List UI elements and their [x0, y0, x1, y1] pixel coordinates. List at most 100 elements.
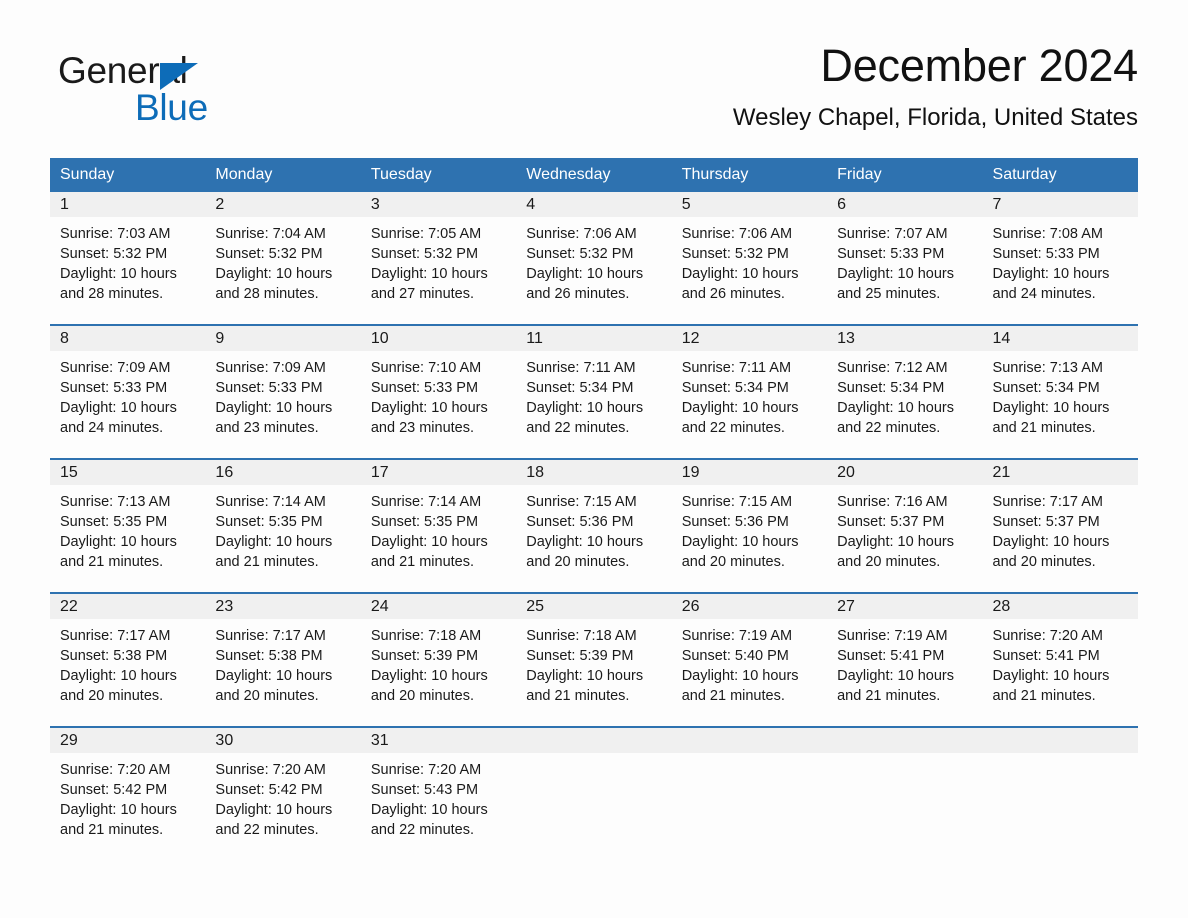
day-sun-info: Sunrise: 7:17 AM Sunset: 5:38 PM Dayligh…: [215, 628, 333, 704]
day-number: 7: [982, 192, 1138, 217]
day-cell: Sunrise: 7:09 AM Sunset: 5:33 PM Dayligh…: [205, 351, 361, 459]
day-cell: Sunrise: 7:20 AM Sunset: 5:41 PM Dayligh…: [982, 619, 1138, 727]
day-cell: Sunrise: 7:20 AM Sunset: 5:42 PM Dayligh…: [50, 753, 206, 861]
day-sun-info: Sunrise: 7:08 AM Sunset: 5:33 PM Dayligh…: [992, 226, 1110, 302]
day-sun-info: Sunrise: 7:04 AM Sunset: 5:32 PM Dayligh…: [215, 226, 333, 302]
day-sun-info: Sunrise: 7:20 AM Sunset: 5:43 PM Dayligh…: [370, 762, 488, 838]
day-sun-info: Sunrise: 7:18 AM Sunset: 5:39 PM Dayligh…: [526, 628, 644, 704]
page-title: December 2024: [820, 40, 1138, 91]
day-sun-info: Sunrise: 7:11 AM Sunset: 5:34 PM Dayligh…: [681, 360, 799, 436]
day-cell: Sunrise: 7:13 AM Sunset: 5:35 PM Dayligh…: [50, 485, 206, 593]
day-sun-info: Sunrise: 7:16 AM Sunset: 5:37 PM Dayligh…: [837, 494, 954, 570]
day-cell: Sunrise: 7:16 AM Sunset: 5:37 PM Dayligh…: [827, 485, 983, 593]
day-number: 6: [827, 192, 983, 217]
day-number: 19: [671, 458, 828, 485]
day-cell: Sunrise: 7:13 AM Sunset: 5:34 PM Dayligh…: [982, 351, 1138, 459]
day-number-empty: [827, 726, 983, 753]
day-number: 2: [205, 192, 361, 217]
calendar-table: Sunday Monday Tuesday Wednesday Thursday…: [50, 158, 1138, 861]
week-date-row: 15 16 17 18 19 20 21: [50, 458, 1138, 485]
day-number: 26: [671, 592, 828, 619]
day-number: 16: [205, 458, 361, 485]
day-sun-info: Sunrise: 7:14 AM Sunset: 5:35 PM Dayligh…: [215, 494, 333, 570]
day-sun-info: Sunrise: 7:20 AM Sunset: 5:42 PM Dayligh…: [60, 762, 177, 838]
day-cell: Sunrise: 7:09 AM Sunset: 5:33 PM Dayligh…: [50, 351, 206, 459]
day-sun-info: Sunrise: 7:09 AM Sunset: 5:33 PM Dayligh…: [60, 360, 177, 436]
day-cell: Sunrise: 7:04 AM Sunset: 5:32 PM Dayligh…: [205, 217, 361, 325]
day-number: 20: [827, 458, 983, 485]
day-number: 24: [360, 592, 517, 619]
day-cell: Sunrise: 7:14 AM Sunset: 5:35 PM Dayligh…: [360, 485, 517, 593]
day-number: 11: [516, 324, 672, 351]
day-cell-empty: [671, 753, 828, 861]
day-sun-info: Sunrise: 7:17 AM Sunset: 5:38 PM Dayligh…: [60, 628, 177, 704]
day-number: 27: [827, 592, 983, 619]
day-cell: Sunrise: 7:06 AM Sunset: 5:32 PM Dayligh…: [671, 217, 828, 325]
day-number: 8: [50, 324, 206, 351]
calendar-page: General Blue December 2024 Wesley Chapel…: [0, 0, 1188, 918]
day-sun-info: Sunrise: 7:15 AM Sunset: 5:36 PM Dayligh…: [526, 494, 644, 570]
day-cell: Sunrise: 7:14 AM Sunset: 5:35 PM Dayligh…: [205, 485, 361, 593]
day-number: 9: [205, 324, 361, 351]
calendar-grid: Sunday Monday Tuesday Wednesday Thursday…: [50, 158, 1138, 861]
week-info-row: Sunrise: 7:09 AM Sunset: 5:33 PM Dayligh…: [50, 351, 1138, 459]
calendar-body: 1 2 3 4 5 6 7 Sunrise: 7:03 AM Sunset: 5…: [50, 192, 1138, 861]
week-info-row: Sunrise: 7:03 AM Sunset: 5:32 PM Dayligh…: [50, 217, 1138, 325]
week-info-row: Sunrise: 7:17 AM Sunset: 5:38 PM Dayligh…: [50, 619, 1138, 727]
day-cell-empty: [516, 753, 672, 861]
day-number: 4: [516, 192, 672, 217]
day-cell: Sunrise: 7:17 AM Sunset: 5:38 PM Dayligh…: [50, 619, 206, 727]
weekday-header-tuesday: Tuesday: [360, 158, 517, 192]
day-sun-info: Sunrise: 7:03 AM Sunset: 5:32 PM Dayligh…: [60, 226, 177, 302]
general-blue-logo: General Blue: [58, 52, 318, 132]
weekday-header-saturday: Saturday: [982, 158, 1138, 192]
day-number: 29: [50, 726, 206, 753]
day-number: 28: [982, 592, 1138, 619]
day-cell: Sunrise: 7:03 AM Sunset: 5:32 PM Dayligh…: [50, 217, 206, 325]
day-cell: Sunrise: 7:19 AM Sunset: 5:41 PM Dayligh…: [827, 619, 983, 727]
day-cell: Sunrise: 7:10 AM Sunset: 5:33 PM Dayligh…: [360, 351, 517, 459]
day-number: 3: [360, 192, 517, 217]
title-block: December 2024 Wesley Chapel, Florida, Un…: [358, 40, 1138, 133]
day-sun-info: Sunrise: 7:14 AM Sunset: 5:35 PM Dayligh…: [370, 494, 488, 570]
day-sun-info: Sunrise: 7:15 AM Sunset: 5:36 PM Dayligh…: [681, 494, 799, 570]
day-number: 25: [516, 592, 672, 619]
day-cell: Sunrise: 7:07 AM Sunset: 5:33 PM Dayligh…: [827, 217, 983, 325]
logo-text-blue: Blue: [135, 87, 208, 128]
day-number: 31: [360, 726, 517, 753]
day-sun-info: Sunrise: 7:12 AM Sunset: 5:34 PM Dayligh…: [837, 360, 954, 436]
day-cell: Sunrise: 7:19 AM Sunset: 5:40 PM Dayligh…: [671, 619, 828, 727]
day-number: 18: [516, 458, 672, 485]
day-cell: Sunrise: 7:05 AM Sunset: 5:32 PM Dayligh…: [360, 217, 517, 325]
day-cell: Sunrise: 7:17 AM Sunset: 5:37 PM Dayligh…: [982, 485, 1138, 593]
day-cell: Sunrise: 7:08 AM Sunset: 5:33 PM Dayligh…: [982, 217, 1138, 325]
weekday-header-monday: Monday: [205, 158, 361, 192]
calendar-header-row: Sunday Monday Tuesday Wednesday Thursday…: [50, 158, 1138, 192]
day-sun-info: Sunrise: 7:13 AM Sunset: 5:34 PM Dayligh…: [992, 360, 1110, 436]
day-number-empty: [516, 726, 672, 753]
weekday-header-thursday: Thursday: [671, 158, 828, 192]
day-number: 1: [50, 192, 206, 217]
weekday-header-friday: Friday: [827, 158, 983, 192]
day-cell: Sunrise: 7:20 AM Sunset: 5:42 PM Dayligh…: [205, 753, 361, 861]
day-sun-info: Sunrise: 7:13 AM Sunset: 5:35 PM Dayligh…: [60, 494, 177, 570]
week-date-row: 22 23 24 25 26 27 28: [50, 592, 1138, 619]
day-number-empty: [671, 726, 828, 753]
day-sun-info: Sunrise: 7:06 AM Sunset: 5:32 PM Dayligh…: [681, 226, 799, 302]
day-sun-info: Sunrise: 7:19 AM Sunset: 5:40 PM Dayligh…: [681, 628, 799, 704]
day-number: 13: [827, 324, 983, 351]
day-cell: Sunrise: 7:17 AM Sunset: 5:38 PM Dayligh…: [205, 619, 361, 727]
week-info-row: Sunrise: 7:20 AM Sunset: 5:42 PM Dayligh…: [50, 753, 1138, 861]
day-cell: Sunrise: 7:20 AM Sunset: 5:43 PM Dayligh…: [360, 753, 517, 861]
day-number: 15: [50, 458, 206, 485]
day-cell: Sunrise: 7:11 AM Sunset: 5:34 PM Dayligh…: [516, 351, 672, 459]
day-number: 30: [205, 726, 361, 753]
day-sun-info: Sunrise: 7:06 AM Sunset: 5:32 PM Dayligh…: [526, 226, 644, 302]
day-sun-info: Sunrise: 7:10 AM Sunset: 5:33 PM Dayligh…: [370, 360, 488, 436]
day-sun-info: Sunrise: 7:11 AM Sunset: 5:34 PM Dayligh…: [526, 360, 644, 436]
day-number: 17: [360, 458, 517, 485]
day-cell: Sunrise: 7:12 AM Sunset: 5:34 PM Dayligh…: [827, 351, 983, 459]
day-cell: Sunrise: 7:15 AM Sunset: 5:36 PM Dayligh…: [516, 485, 672, 593]
page-header: General Blue December 2024 Wesley Chapel…: [50, 40, 1138, 150]
day-sun-info: Sunrise: 7:20 AM Sunset: 5:42 PM Dayligh…: [215, 762, 333, 838]
